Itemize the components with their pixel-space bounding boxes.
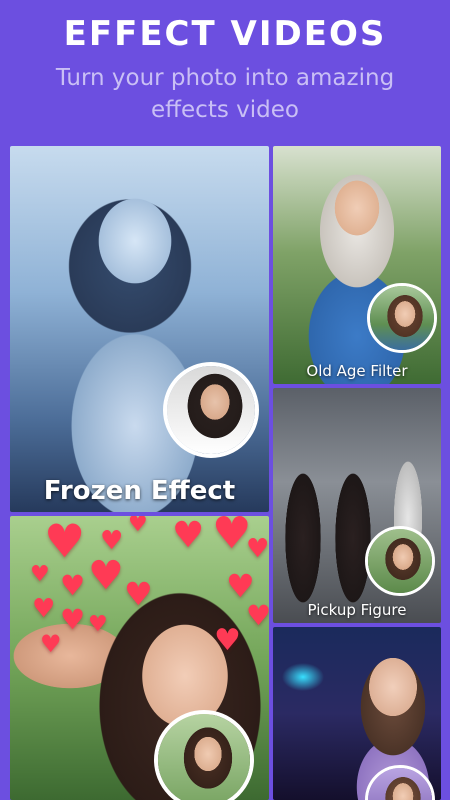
page-title: EFFECT VIDEOS [63, 14, 387, 54]
heart-icon: ♥ [30, 562, 50, 587]
source-photo-thumbnail [365, 765, 435, 800]
heart-icon: ♥ [214, 623, 241, 658]
effect-card-label: Pickup Figure [307, 601, 407, 619]
heart-icon: ♥ [60, 603, 86, 636]
effect-card-label: Old Age Filter [306, 362, 408, 380]
header: EFFECT VIDEOS Turn your photo into amazi… [0, 0, 450, 146]
heart-icon: ♥ [226, 567, 255, 605]
heart-icon: ♥ [88, 553, 124, 599]
effect-card-frozen[interactable]: Frozen Effect [10, 146, 269, 512]
page-subtitle: Turn your photo into amazing effects vid… [55, 65, 395, 123]
heart-icon: ♥ [32, 594, 56, 624]
heart-icon: ♥ [60, 569, 86, 602]
heart-icon: ♥ [172, 516, 205, 556]
heart-icon: ♥ [128, 516, 148, 537]
heart-icon: ♥ [44, 516, 86, 568]
effect-card-label: Frozen Effect [43, 476, 236, 506]
effect-card-hearts[interactable]: ♥ ♥ ♥ ♥ ♥ ♥ ♥ ♥ ♥ ♥ ♥ ♥ ♥ ♥ ♥ ♥ ♥ [10, 516, 269, 800]
heart-icon: ♥ [124, 575, 153, 613]
source-photo-thumbnail [365, 526, 435, 596]
source-photo-thumbnail [367, 283, 437, 353]
heart-icon: ♥ [246, 599, 269, 632]
effect-card-club[interactable] [273, 627, 441, 800]
effect-card-old-age[interactable]: Old Age Filter [273, 146, 441, 384]
heart-icon: ♥ [100, 526, 124, 556]
source-photo-thumbnail [154, 710, 254, 800]
heart-icon: ♥ [40, 630, 62, 658]
effect-card-pickup-figure[interactable]: Pickup Figure [273, 388, 441, 623]
heart-icon: ♥ [246, 534, 269, 564]
source-photo-thumbnail [163, 362, 259, 458]
effect-preview-image [10, 146, 269, 512]
heart-icon: ♥ [88, 612, 108, 637]
